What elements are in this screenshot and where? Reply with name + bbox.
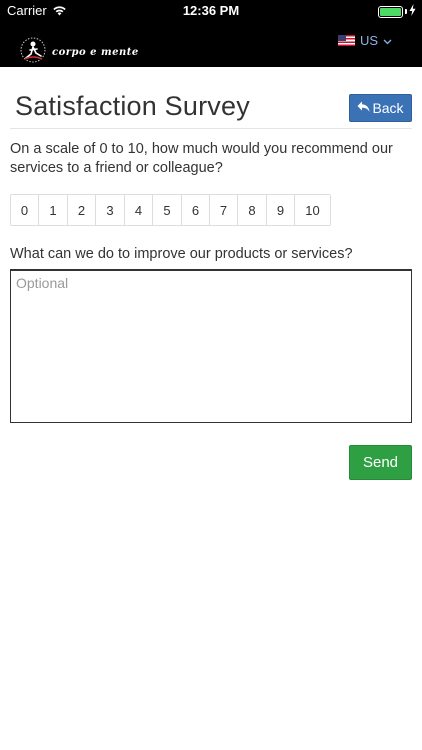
logo-text: corpo e mente — [52, 47, 139, 58]
rating-option[interactable]: 9 — [267, 195, 295, 225]
send-label: Send — [362, 454, 399, 471]
clock: 12:36 PM — [182, 3, 240, 18]
rating-option[interactable]: 2 — [68, 195, 96, 225]
us-flag-icon — [338, 35, 355, 46]
send-button[interactable]: Send — [349, 445, 412, 480]
reply-arrow-icon — [357, 100, 370, 116]
page-title: Satisfaction Survey — [15, 91, 250, 121]
back-label: Back — [372, 100, 404, 116]
rating-option[interactable]: 1 — [39, 195, 68, 225]
battery-tip — [405, 9, 407, 14]
back-button[interactable]: Back — [349, 94, 412, 122]
battery-level-fill — [380, 7, 401, 16]
app-header: Carrier 12:36 PM corpo e mente US — [0, 0, 422, 67]
improve-question: What can we do to improve our products o… — [10, 246, 353, 262]
rating-option[interactable]: 7 — [210, 195, 238, 225]
rating-option[interactable]: 0 — [11, 195, 39, 225]
brand-logo[interactable]: corpo e mente — [17, 36, 139, 69]
logo-emblem-icon — [17, 36, 49, 69]
status-bar: Carrier 12:36 PM — [0, 0, 422, 22]
language-selector[interactable]: US — [338, 33, 392, 48]
rating-option[interactable]: 4 — [125, 195, 153, 225]
recommend-question: On a scale of 0 to 10, how much would yo… — [10, 141, 393, 176]
rating-option[interactable]: 5 — [153, 195, 182, 225]
rating-option[interactable]: 3 — [96, 195, 125, 225]
rating-option[interactable]: 10 — [295, 195, 330, 225]
battery-indicator — [378, 4, 416, 19]
bolt-icon — [409, 4, 416, 19]
rating-option[interactable]: 8 — [238, 195, 267, 225]
rating-option[interactable]: 6 — [182, 195, 210, 225]
language-label: US — [360, 33, 379, 48]
feedback-textarea[interactable] — [10, 269, 412, 423]
battery-icon — [378, 5, 403, 18]
chevron-down-icon — [383, 33, 392, 48]
title-row: Satisfaction Survey Back — [10, 67, 412, 129]
rating-scale: 0 1 2 3 4 5 6 7 8 9 10 — [10, 194, 331, 226]
